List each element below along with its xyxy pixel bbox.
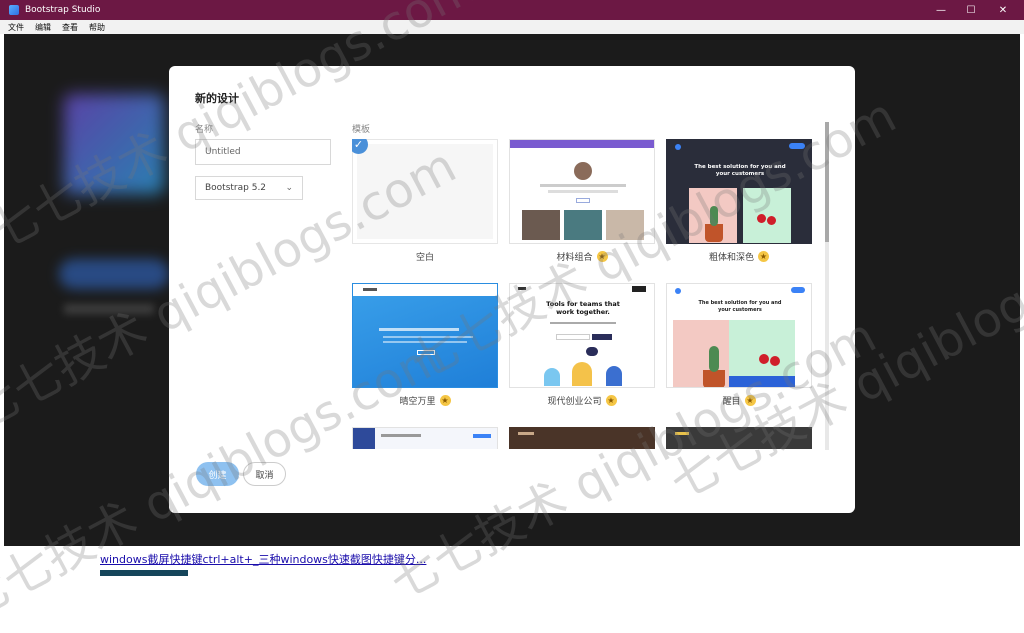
design-name-input[interactable]: Untitled [195, 139, 331, 165]
template-thumbnail: Tools for teams that work together. [509, 283, 655, 388]
minimize-button[interactable]: — [926, 0, 956, 20]
blurred-thumbnail [64, 94, 164, 194]
template-thumbnail: The best solution for you and your custo… [666, 139, 812, 244]
create-button[interactable]: 创建 [196, 462, 239, 486]
template-label-modern-startup: 现代创业公司 ★ [547, 395, 617, 407]
star-icon: ★ [744, 395, 756, 406]
template-eye-catching[interactable]: The best solution for you and your custo… [666, 283, 813, 407]
star-icon: ★ [758, 251, 769, 262]
template-label: 模板 [352, 125, 371, 135]
template-label-eye-catching: 醒目 ★ [722, 395, 756, 407]
hero-text: The best solution for you and your custo… [694, 164, 786, 177]
maximize-button[interactable]: ☐ [956, 0, 986, 20]
template-dashboard[interactable] [352, 427, 499, 449]
template-dark-grey[interactable] [666, 427, 813, 449]
menu-view[interactable]: 查看 [62, 22, 78, 33]
article-link[interactable]: windows截屏快捷键ctrl+alt+_三种windows快速截图快捷键分.… [100, 551, 426, 567]
template-grid: ✓ 空白 材料组合 ★ The best solution for you an… [352, 139, 817, 449]
bootstrap-version-select[interactable]: Bootstrap 5.2 ⌄ [195, 176, 303, 200]
template-bold-dark[interactable]: The best solution for you and your custo… [666, 139, 813, 263]
template-label-blank: 空白 [415, 253, 434, 263]
template-thumbnail [352, 139, 498, 244]
chevron-down-icon: ⌄ [285, 183, 293, 193]
menu-file[interactable]: 文件 [8, 22, 24, 33]
thumbnail-strip [100, 570, 188, 576]
hero-text: The best solution for you and your custo… [698, 300, 782, 313]
app-icon [9, 5, 19, 15]
title-bar: Bootstrap Studio — ☐ ✕ [0, 0, 1024, 20]
tools-title: Tools for teams that work together. [546, 300, 620, 316]
scrollbar-thumb[interactable] [825, 122, 829, 242]
template-label-bold-dark: 粗体和深色 ★ [708, 251, 769, 263]
cancel-button[interactable]: 取消 [243, 462, 286, 486]
template-label-material: 材料组合 ★ [556, 251, 608, 263]
version-value: Bootstrap 5.2 [205, 183, 267, 193]
template-material[interactable]: 材料组合 ★ [509, 139, 656, 263]
dialog-title: 新的设计 [195, 92, 239, 105]
menu-edit[interactable]: 编辑 [35, 22, 51, 33]
star-icon: ★ [439, 395, 451, 406]
template-thumbnail [509, 139, 655, 244]
template-modern-startup[interactable]: Tools for teams that work together. 现代创业… [509, 283, 656, 407]
template-thumbnail [666, 427, 812, 449]
new-design-dialog: 新的设计 名称 Untitled Bootstrap 5.2 ⌄ 模板 ✓ 空白 [169, 66, 855, 513]
template-thumbnail [352, 283, 498, 388]
name-label: 名称 [195, 125, 214, 135]
menu-bar: 文件 编辑 查看 帮助 [0, 20, 1024, 34]
blurred-text [64, 304, 154, 314]
template-thumbnail: The best solution for you and your custo… [666, 283, 812, 388]
star-icon: ★ [605, 395, 617, 406]
blurred-button [59, 259, 169, 289]
template-label-clear-sky: 晴空万里 ★ [399, 395, 451, 407]
menu-help[interactable]: 帮助 [89, 22, 105, 33]
template-clear-sky[interactable]: 晴空万里 ★ [352, 283, 499, 407]
template-brown[interactable] [509, 427, 656, 449]
window-title: Bootstrap Studio [25, 5, 101, 15]
close-button[interactable]: ✕ [988, 0, 1018, 20]
template-thumbnail [352, 427, 498, 449]
template-blank[interactable]: ✓ 空白 [352, 139, 499, 263]
star-icon: ★ [596, 251, 608, 262]
template-thumbnail [509, 427, 655, 449]
